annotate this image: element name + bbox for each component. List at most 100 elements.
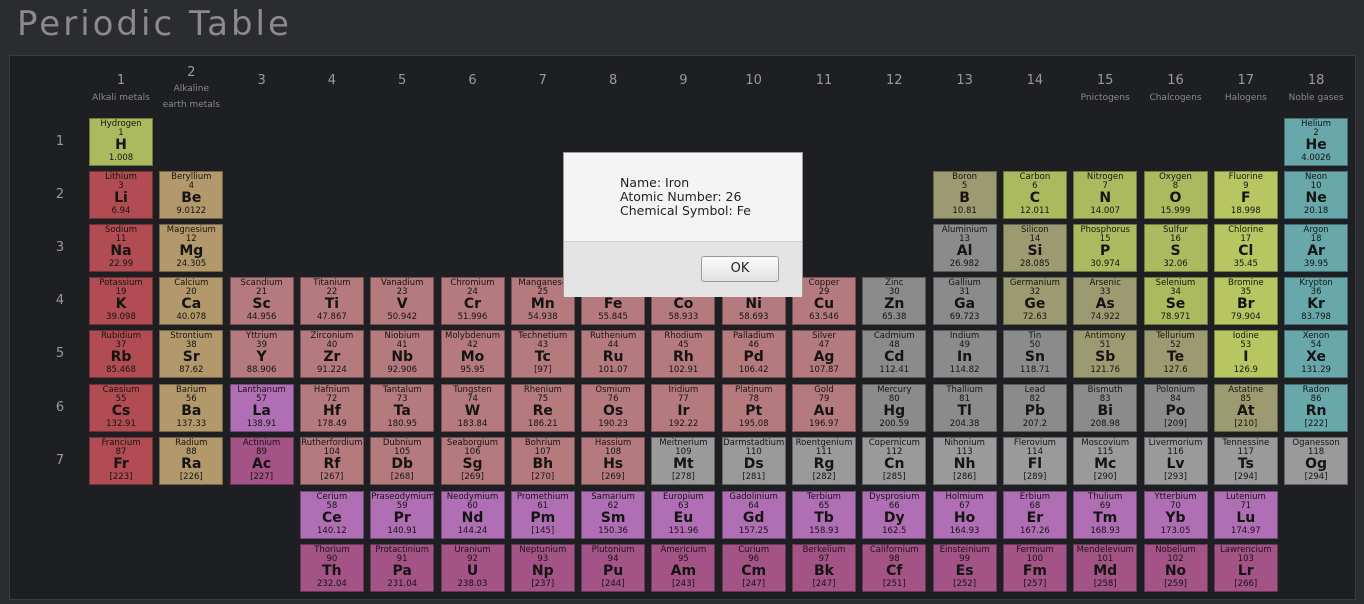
element-yttrium[interactable]: Yttrium 39 Y 88.906 bbox=[229, 330, 294, 379]
element-silicon[interactable]: Silicon 14 Si 28.085 bbox=[1002, 224, 1067, 273]
element-osmium[interactable]: Osmium 76 Os 190.23 bbox=[581, 383, 646, 432]
element-livermorium[interactable]: Livermorium 116 Lv [293] bbox=[1143, 436, 1208, 485]
element-zinc[interactable]: Zinc 30 Zn 65.38 bbox=[862, 277, 927, 326]
element-scandium[interactable]: Scandium 21 Sc 44.956 bbox=[229, 277, 294, 326]
element-promethium[interactable]: Promethium 61 Pm [145] bbox=[510, 491, 575, 539]
element-hafnium[interactable]: Hafnium 72 Hf 178.49 bbox=[299, 383, 364, 432]
element-praseodymium[interactable]: Praseodymium 59 Pr 140.91 bbox=[370, 491, 435, 539]
element-cadmium[interactable]: Cadmium 48 Cd 112.41 bbox=[862, 330, 927, 379]
element-bohrium[interactable]: Bohrium 107 Bh [270] bbox=[510, 436, 575, 485]
element-helium[interactable]: Helium 2 He 4.0026 bbox=[1284, 118, 1349, 166]
element-thorium[interactable]: Thorium 90 Th 232.04 bbox=[299, 544, 364, 593]
element-lutenium[interactable]: Lutenium 71 Lu 174.97 bbox=[1213, 491, 1278, 539]
element-sulfur[interactable]: Sulfur 16 S 32.06 bbox=[1143, 224, 1208, 273]
element-oxygen[interactable]: Oxygen 8 O 15.999 bbox=[1143, 171, 1208, 220]
element-arsenic[interactable]: Arsenic 33 As 74.922 bbox=[1073, 277, 1138, 326]
element-erbium[interactable]: Erbium 68 Er 167.26 bbox=[1002, 491, 1067, 539]
element-dubnium[interactable]: Dubnium 105 Db [268] bbox=[370, 436, 435, 485]
element-lanthanum[interactable]: Lanthanum 57 La 138.91 bbox=[229, 383, 294, 432]
element-silver[interactable]: Silver 47 Ag 107.87 bbox=[792, 330, 856, 379]
element-phosphorus[interactable]: Phosphorus 15 P 30.974 bbox=[1073, 224, 1138, 273]
element-argon[interactable]: Argon 18 Ar 39.95 bbox=[1284, 224, 1349, 273]
element-gallium[interactable]: Gallium 31 Ga 69.723 bbox=[932, 277, 997, 326]
element-moscovium[interactable]: Moscovium 115 Mc [290] bbox=[1073, 436, 1138, 485]
element-gold[interactable]: Gold 79 Au 196.97 bbox=[792, 383, 856, 432]
element-fermium[interactable]: Fermium 100 Fm [257] bbox=[1002, 544, 1067, 593]
element-nihonium[interactable]: Nihonium 113 Nh [286] bbox=[932, 436, 997, 485]
element-lawrencium[interactable]: Lawrencium 103 Lr [266] bbox=[1213, 544, 1278, 593]
element-plutonium[interactable]: Plutonium 94 Pu [244] bbox=[581, 544, 646, 593]
element-francium[interactable]: Francium 87 Fr [223] bbox=[89, 436, 153, 485]
element-neodymium[interactable]: Neodymium 60 Nd 144.24 bbox=[440, 491, 505, 539]
element-antimony[interactable]: Antimony 51 Sb 121.76 bbox=[1073, 330, 1138, 379]
element-carbon[interactable]: Carbon 6 C 12.011 bbox=[1002, 171, 1067, 220]
element-technetium[interactable]: Technetium 43 Tc [97] bbox=[510, 330, 575, 379]
element-barium[interactable]: Barium 56 Ba 137.33 bbox=[159, 383, 224, 432]
element-astatine[interactable]: Astatine 85 At [210] bbox=[1213, 383, 1278, 432]
element-thulium[interactable]: Thulium 69 Tm 168.93 bbox=[1073, 491, 1138, 539]
element-vanadium[interactable]: Vanadium 23 V 50.942 bbox=[370, 277, 435, 326]
element-chromium[interactable]: Chromium 24 Cr 51.996 bbox=[440, 277, 505, 326]
element-lithium[interactable]: Lithium 3 Li 6.94 bbox=[89, 171, 153, 220]
element-nitrogen[interactable]: Nitrogen 7 N 14.007 bbox=[1073, 171, 1138, 220]
element-iridium[interactable]: Iridium 77 Ir 192.22 bbox=[651, 383, 716, 432]
element-holmium[interactable]: Holmium 67 Ho 164.93 bbox=[932, 491, 997, 539]
element-niobium[interactable]: Niobium 41 Nb 92.906 bbox=[370, 330, 435, 379]
element-mendelevium[interactable]: Mendelevium 101 Md [258] bbox=[1073, 544, 1138, 593]
element-germanium[interactable]: Germanium 32 Ge 72.63 bbox=[1002, 277, 1067, 326]
element-radium[interactable]: Radium 88 Ra [226] bbox=[159, 436, 224, 485]
element-curium[interactable]: Curium 96 Cm [247] bbox=[721, 544, 786, 593]
element-rhodium[interactable]: Rhodium 45 Rh 102.91 bbox=[651, 330, 716, 379]
element-selenium[interactable]: Selenium 34 Se 78.971 bbox=[1143, 277, 1208, 326]
element-europium[interactable]: Europium 63 Eu 151.96 bbox=[651, 491, 716, 539]
element-neptunium[interactable]: Neptunium 93 Np [237] bbox=[510, 544, 575, 593]
element-fluorine[interactable]: Fluorine 9 F 18.998 bbox=[1213, 171, 1278, 220]
element-titanium[interactable]: Titanium 22 Ti 47.867 bbox=[299, 277, 364, 326]
element-cerium[interactable]: Cerium 58 Ce 140.12 bbox=[299, 491, 364, 539]
element-bromine[interactable]: Bromine 35 Br 79.904 bbox=[1213, 277, 1278, 326]
element-hassium[interactable]: Hassium 108 Hs [269] bbox=[581, 436, 646, 485]
element-mercury[interactable]: Mercury 80 Hg 200.59 bbox=[862, 383, 927, 432]
element-ruthenium[interactable]: Ruthenium 44 Ru 101.07 bbox=[581, 330, 646, 379]
element-actinium[interactable]: Actinium 89 Ac [227] bbox=[229, 436, 294, 485]
element-aluminium[interactable]: Aluminium 13 Al 26.982 bbox=[932, 224, 997, 273]
element-berkelium[interactable]: Berkelium 97 Bk [247] bbox=[792, 544, 856, 593]
element-iodine[interactable]: Iodine 53 I 126.9 bbox=[1213, 330, 1278, 379]
element-tantalum[interactable]: Tantalum 73 Ta 180.95 bbox=[370, 383, 435, 432]
element-neon[interactable]: Neon 10 Ne 20.18 bbox=[1284, 171, 1349, 220]
element-nobelium[interactable]: Nobelium 102 No [259] bbox=[1143, 544, 1208, 593]
element-xenon[interactable]: Xenon 54 Xe 131.29 bbox=[1284, 330, 1349, 379]
element-krypton[interactable]: Krypton 36 Kr 83.798 bbox=[1284, 277, 1349, 326]
element-strontium[interactable]: Strontium 38 Sr 87.62 bbox=[159, 330, 224, 379]
element-copernicum[interactable]: Copernicum 112 Cn [285] bbox=[862, 436, 927, 485]
element-uranium[interactable]: Uranium 92 U 238.03 bbox=[440, 544, 505, 593]
element-rhenium[interactable]: Rhenium 75 Re 186.21 bbox=[510, 383, 575, 432]
element-meitnerium[interactable]: Meitnerium 109 Mt [278] bbox=[651, 436, 716, 485]
element-ytterbium[interactable]: Ytterbium 70 Yb 173.05 bbox=[1143, 491, 1208, 539]
element-zirconium[interactable]: Zirconium 40 Zr 91.224 bbox=[299, 330, 364, 379]
element-flerovium[interactable]: Flerovium 114 Fl [289] bbox=[1002, 436, 1067, 485]
element-caesium[interactable]: Caesium 55 Cs 132.91 bbox=[89, 383, 153, 432]
ok-button[interactable]: OK bbox=[701, 256, 779, 282]
element-tin[interactable]: Tin 50 Sn 118.71 bbox=[1002, 330, 1067, 379]
element-rutherfordium[interactable]: Rutherfordium 104 Rf [267] bbox=[299, 436, 364, 485]
element-samarium[interactable]: Samarium 62 Sm 150.36 bbox=[581, 491, 646, 539]
element-molybdenum[interactable]: Molybdenum 42 Mo 95.95 bbox=[440, 330, 505, 379]
element-californium[interactable]: Californium 98 Cf [251] bbox=[862, 544, 927, 593]
element-americium[interactable]: Americium 95 Am [243] bbox=[651, 544, 716, 593]
element-thallium[interactable]: Thallium 81 Tl 204.38 bbox=[932, 383, 997, 432]
element-rubidium[interactable]: Rubidium 37 Rb 85.468 bbox=[89, 330, 153, 379]
element-magnesium[interactable]: Magnesium 12 Mg 24.305 bbox=[159, 224, 224, 273]
element-radon[interactable]: Radon 86 Rn [222] bbox=[1284, 383, 1349, 432]
element-potassium[interactable]: Potassium 19 K 39.098 bbox=[89, 277, 153, 326]
element-chlorine[interactable]: Chlorine 17 Cl 35.45 bbox=[1213, 224, 1278, 273]
element-tennessine[interactable]: Tennessine 117 Ts [294] bbox=[1213, 436, 1278, 485]
element-oganesson[interactable]: Oganesson 118 Og [294] bbox=[1284, 436, 1349, 485]
element-calcium[interactable]: Calcium 20 Ca 40.078 bbox=[159, 277, 224, 326]
element-darmstadtium[interactable]: Darmstadtium 110 Ds [281] bbox=[721, 436, 786, 485]
element-bismuth[interactable]: Bismuth 83 Bi 208.98 bbox=[1073, 383, 1138, 432]
element-hydrogen[interactable]: Hydrogen 1 H 1.008 bbox=[89, 118, 153, 166]
element-indium[interactable]: Indium 49 In 114.82 bbox=[932, 330, 997, 379]
element-terbium[interactable]: Terbium 65 Tb 158.93 bbox=[792, 491, 856, 539]
element-lead[interactable]: Lead 82 Pb 207.2 bbox=[1002, 383, 1067, 432]
